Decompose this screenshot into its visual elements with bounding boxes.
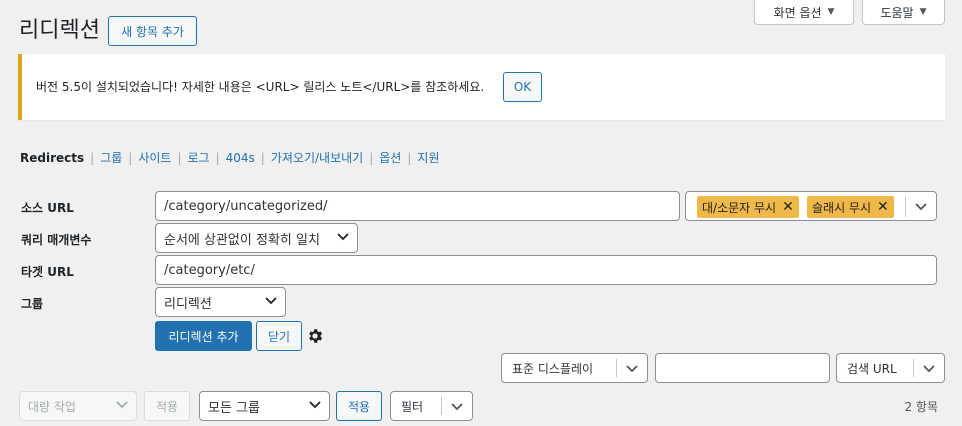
item-count: 2 항목 [904, 400, 938, 414]
separator: | [260, 150, 265, 165]
search-url-select[interactable]: 검색 URL [836, 353, 945, 383]
subnav-options[interactable]: 옵션 [379, 149, 401, 166]
chevron-down-icon[interactable] [915, 201, 927, 216]
tag-label: 대/소문자 무시 [702, 200, 777, 215]
chevron-down-icon [309, 399, 321, 414]
subnav-support[interactable]: 지원 [417, 149, 439, 166]
group-filter-value: 모든 그룹 [208, 400, 260, 416]
help-label: 도움말 [880, 5, 914, 20]
divider [913, 359, 914, 377]
source-url-input[interactable]: /category/uncategorized/ [155, 191, 680, 221]
separator: | [128, 150, 133, 165]
query-params-label: 쿼리 매개변수 [21, 233, 92, 247]
screen-options-label: 화면 옵션 [773, 5, 822, 20]
separator: | [177, 150, 182, 165]
separator: | [407, 150, 412, 165]
tag-ignore-slash[interactable]: 슬래시 무시 ✕ [807, 196, 894, 218]
target-url-input[interactable]: /category/etc/ [155, 255, 937, 285]
subnav-groups[interactable]: 그룹 [100, 149, 122, 166]
screen-options-tab[interactable]: 화면 옵션 ▼ [754, 0, 854, 25]
chevron-down-icon [265, 295, 277, 310]
bulk-action-select[interactable]: 대량 작업 [19, 391, 137, 421]
update-notice: 버전 5.5이 설치되었습니다! 자세한 내용은 <URL> 릴리스 노트</U… [18, 54, 945, 120]
source-flags-select[interactable]: 대/소문자 무시 ✕ 슬래시 무시 ✕ [685, 191, 937, 221]
chevron-down-icon [337, 231, 349, 246]
notice-ok-button[interactable]: OK [503, 72, 542, 102]
separator: | [369, 150, 374, 165]
close-icon[interactable]: ✕ [782, 200, 794, 214]
notice-text: 버전 5.5이 설치되었습니다! 자세한 내용은 <URL> 릴리스 노트</U… [36, 80, 485, 94]
target-url-label: 타겟 URL [21, 265, 74, 279]
display-select-value: 표준 디스플레이 [512, 361, 594, 376]
source-url-label: 소스 URL [21, 201, 74, 215]
filter-label: 필터 [401, 399, 424, 414]
subnav: Redirects | 그룹 | 사이트 | 로그 | 404s | 가져오기/… [20, 149, 440, 166]
subnav-redirects[interactable]: Redirects [20, 151, 84, 165]
query-params-value: 순서에 상관없이 정확히 일치 [164, 232, 320, 248]
gear-icon[interactable] [306, 327, 324, 349]
separator: | [215, 150, 220, 165]
tag-label: 슬래시 무시 [812, 200, 872, 215]
group-value: 리디렉션 [164, 296, 212, 312]
add-redirect-button[interactable]: 리디렉션 추가 [155, 321, 252, 351]
caret-down-icon: ▼ [919, 7, 927, 17]
filter-select[interactable]: 필터 [390, 391, 473, 421]
divider [905, 197, 906, 217]
group-label: 그룹 [21, 297, 44, 311]
chevron-down-icon [116, 399, 128, 413]
page-title: 리디렉션 [19, 18, 100, 43]
subnav-404s[interactable]: 404s [226, 151, 255, 165]
bulk-action-value: 대량 작업 [28, 399, 76, 414]
search-input[interactable] [655, 353, 830, 383]
add-new-button[interactable]: 새 항목 추가 [108, 16, 197, 46]
chevron-down-icon [626, 363, 638, 377]
bulk-apply-button[interactable]: 적용 [144, 391, 190, 421]
display-select[interactable]: 표준 디스플레이 [501, 353, 648, 383]
tag-case-insensitive[interactable]: 대/소문자 무시 ✕ [697, 196, 799, 218]
subnav-import-export[interactable]: 가져오기/내보내기 [271, 149, 363, 166]
separator: | [90, 150, 95, 165]
query-params-select[interactable]: 순서에 상관없이 정확히 일치 [155, 223, 358, 253]
subnav-sites[interactable]: 사이트 [138, 149, 171, 166]
group-apply-button[interactable]: 적용 [336, 391, 382, 421]
caret-down-icon: ▼ [827, 7, 835, 17]
chevron-down-icon [923, 363, 935, 377]
subnav-logs[interactable]: 로그 [188, 149, 210, 166]
close-button[interactable]: 닫기 [256, 321, 302, 351]
group-filter-select[interactable]: 모든 그룹 [199, 391, 330, 421]
close-icon[interactable]: ✕ [877, 200, 889, 214]
help-tab[interactable]: 도움말 ▼ [862, 0, 945, 25]
search-url-label: 검색 URL [847, 361, 897, 376]
divider [616, 359, 617, 377]
divider [441, 397, 442, 415]
chevron-down-icon [451, 401, 463, 415]
group-select[interactable]: 리디렉션 [155, 287, 286, 317]
